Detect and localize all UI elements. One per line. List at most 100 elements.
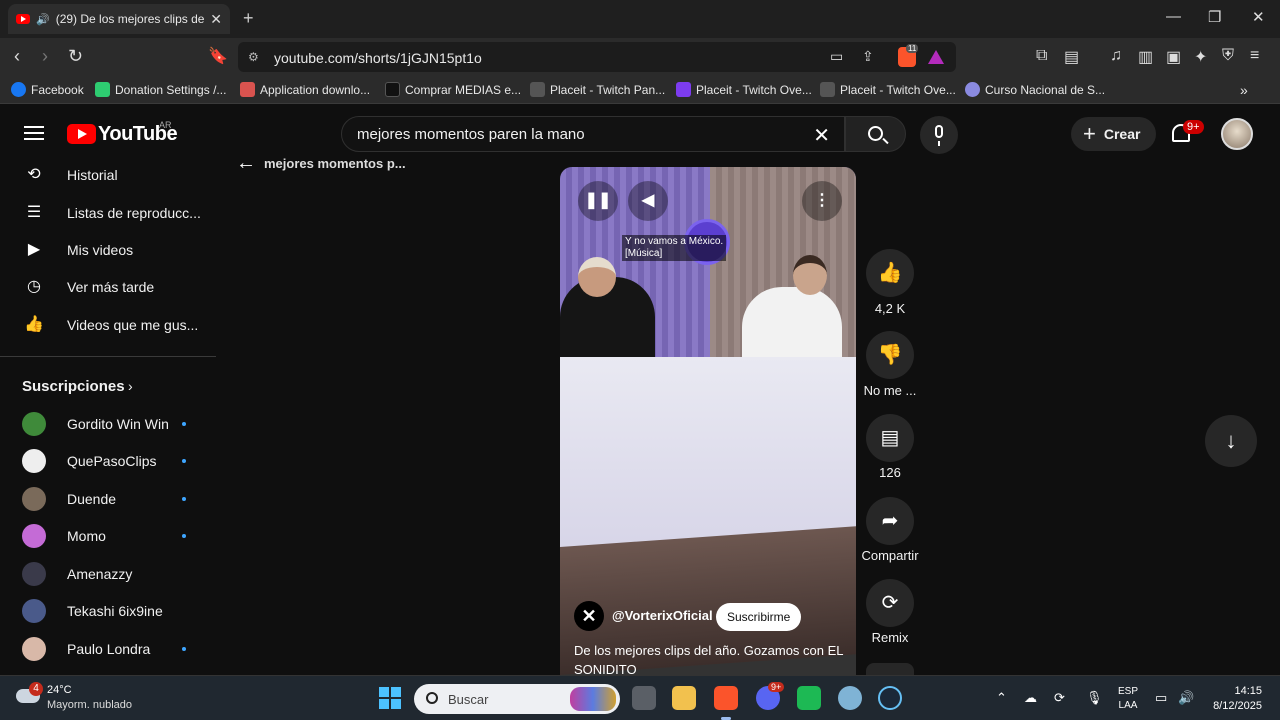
sidebar-item-watch-later[interactable]: ◷ Ver más tarde: [0, 272, 216, 302]
channel-avatar[interactable]: ✕: [574, 601, 604, 631]
search-button[interactable]: [845, 116, 906, 152]
more-options-button[interactable]: ⋮: [802, 181, 842, 221]
file-explorer-icon[interactable]: [672, 686, 696, 710]
display-icon[interactable]: ▭: [1155, 690, 1167, 706]
history-icon: ⟲: [27, 166, 41, 183]
temperature[interactable]: 24°C: [47, 684, 72, 696]
taskbar-search[interactable]: Buscar: [414, 684, 620, 714]
sidebar-toggle-icon[interactable]: ▥: [1138, 47, 1153, 67]
comments-button[interactable]: ▤: [866, 414, 914, 462]
app-icon[interactable]: [797, 686, 821, 710]
back-to-search[interactable]: ← mejores momentos p...: [236, 152, 406, 175]
sidebar-item-label: Videos que me gus...: [67, 317, 199, 333]
reader-icon[interactable]: ▤: [1064, 47, 1079, 67]
vpn-icon[interactable]: ⛨: [1222, 47, 1234, 65]
sidebar-item-liked-videos[interactable]: 👍 Videos que me gus...: [0, 310, 216, 340]
system-clock[interactable]: 14:15 8/12/2025: [1204, 684, 1262, 714]
address-bar[interactable]: ⚙ youtube.com/shorts/1jGJN15pt1o ▭ ⇪ 11: [238, 42, 956, 72]
tab-title: (29) De los mejores clips del a: [55, 12, 205, 26]
create-button[interactable]: + Crear: [1071, 117, 1156, 151]
sidebar-item-my-videos[interactable]: ▶ Mis videos: [0, 235, 216, 265]
video-description[interactable]: De los mejores clips del año. Gozamos co…: [574, 641, 844, 675]
bookmark-item[interactable]: Placeit - Twitch Ove...: [820, 82, 956, 97]
subscriptions-heading[interactable]: Suscripciones: [22, 378, 125, 395]
clock-date: 8/12/2025: [1213, 700, 1262, 712]
windows-taskbar: 4 24°C Mayorm. nublado Buscar 9+ ⌃ ☁ ⟳ 🎙…: [0, 675, 1280, 720]
brave-browser-icon[interactable]: [714, 686, 738, 720]
chevron-right-icon[interactable]: ›: [128, 378, 133, 394]
subscribe-button[interactable]: Suscribirme: [716, 603, 802, 631]
brave-rewards-icon[interactable]: [928, 50, 944, 64]
subscription-item[interactable]: Amenazzy: [0, 559, 216, 589]
remix-button[interactable]: ⟳: [866, 579, 914, 627]
bookmark-item[interactable]: Facebook: [11, 82, 84, 97]
back-button[interactable]: ‹: [14, 46, 20, 67]
subscription-item[interactable]: Paulo Londra: [0, 634, 216, 664]
next-video-button[interactable]: ↓: [1205, 415, 1257, 467]
bookmark-item[interactable]: Placeit - Twitch Ove...: [676, 82, 812, 97]
wallet-icon[interactable]: ▣: [1166, 47, 1181, 67]
reload-button[interactable]: ↻: [68, 46, 83, 67]
app-icon[interactable]: [838, 686, 862, 710]
clear-search-icon[interactable]: ✕: [813, 123, 830, 148]
youtube-logo-icon[interactable]: [67, 124, 96, 144]
search-input[interactable]: mejores momentos paren la mano: [357, 126, 585, 143]
bookmark-item[interactable]: Curso Nacional de S...: [965, 82, 1105, 97]
subscription-item[interactable]: Tekashi 6ix9ine: [0, 596, 216, 626]
channel-thumb-button[interactable]: [866, 663, 914, 675]
search-icon: [868, 126, 883, 141]
url-text[interactable]: youtube.com/shorts/1jGJN15pt1o: [274, 50, 482, 66]
subscription-item[interactable]: Momo: [0, 521, 216, 551]
guide-menu-icon[interactable]: [24, 126, 44, 140]
language-indicator[interactable]: ESP LAA: [1118, 685, 1138, 713]
voice-search-button[interactable]: [920, 116, 958, 154]
site-info-icon[interactable]: ⚙: [248, 50, 259, 64]
chevron-up-icon[interactable]: ⌃: [996, 690, 1007, 706]
close-window-button[interactable]: ✕: [1252, 8, 1265, 26]
close-tab-icon[interactable]: ✕: [210, 11, 222, 28]
steam-icon[interactable]: [878, 686, 902, 710]
maximize-window-button[interactable]: ❐: [1208, 8, 1221, 26]
channel-handle[interactable]: @VorterixOficial: [612, 608, 713, 623]
microphone-icon[interactable]: 🎙: [1086, 690, 1103, 706]
sync-icon[interactable]: ⟳: [1054, 690, 1065, 706]
bookmark-icon[interactable]: 🔖: [208, 46, 228, 66]
volume-icon[interactable]: 🔊: [1178, 690, 1194, 706]
bookmark-item[interactable]: Donation Settings /...: [95, 82, 226, 97]
shorts-video-player[interactable]: Y no vamos a México. [Música] ❚❚ ◀ ⋮ ✕ @…: [560, 167, 856, 675]
music-icon[interactable]: ♫: [1110, 47, 1122, 65]
cast-icon[interactable]: ▭: [830, 48, 843, 65]
sidebar-item-playlists[interactable]: ☰ Listas de reproducc...: [0, 198, 216, 228]
like-button[interactable]: 👍: [866, 249, 914, 297]
search-box[interactable]: mejores momentos paren la mano ✕: [341, 116, 845, 152]
subscription-item[interactable]: Duende: [0, 484, 216, 514]
volume-button[interactable]: ◀: [628, 181, 668, 221]
dislike-label: No me ...: [863, 383, 917, 398]
comment-icon: ▤: [880, 427, 900, 449]
sidebar-item-history[interactable]: ⟲ Historial: [0, 160, 216, 190]
more-bookmarks-icon[interactable]: »: [1240, 82, 1248, 98]
leo-ai-icon[interactable]: ✦: [1194, 47, 1207, 67]
remix-label: Remix: [871, 630, 909, 645]
forward-button[interactable]: ›: [42, 46, 48, 67]
share-icon[interactable]: ⇪: [862, 48, 874, 65]
menu-icon[interactable]: ≡: [1250, 47, 1259, 65]
speaker-icon[interactable]: 🔊: [36, 13, 50, 26]
share-button[interactable]: ➦: [866, 497, 914, 545]
onedrive-icon[interactable]: ☁: [1024, 690, 1037, 706]
extensions-icon[interactable]: ⧉: [1036, 47, 1047, 65]
bookmark-item[interactable]: Placeit - Twitch Pan...: [530, 82, 665, 97]
minimize-window-button[interactable]: —: [1166, 8, 1181, 25]
new-tab-button[interactable]: +: [243, 8, 254, 29]
bookmark-item[interactable]: Comprar MEDIAS e...: [385, 82, 521, 97]
bookmark-item[interactable]: Application downlo...: [240, 82, 370, 97]
task-view-icon[interactable]: [632, 686, 656, 710]
subscription-item[interactable]: Gordito Win Win: [0, 409, 216, 439]
browser-tab-active[interactable]: 🔊 (29) De los mejores clips del a ✕: [8, 4, 230, 34]
dislike-button[interactable]: 👎: [866, 331, 914, 379]
account-avatar[interactable]: [1221, 118, 1253, 150]
pause-button[interactable]: ❚❚: [578, 181, 618, 221]
weather-condition[interactable]: Mayorm. nublado: [47, 699, 132, 711]
subscription-item[interactable]: QuePasoClips: [0, 446, 216, 476]
start-button[interactable]: [379, 687, 401, 709]
